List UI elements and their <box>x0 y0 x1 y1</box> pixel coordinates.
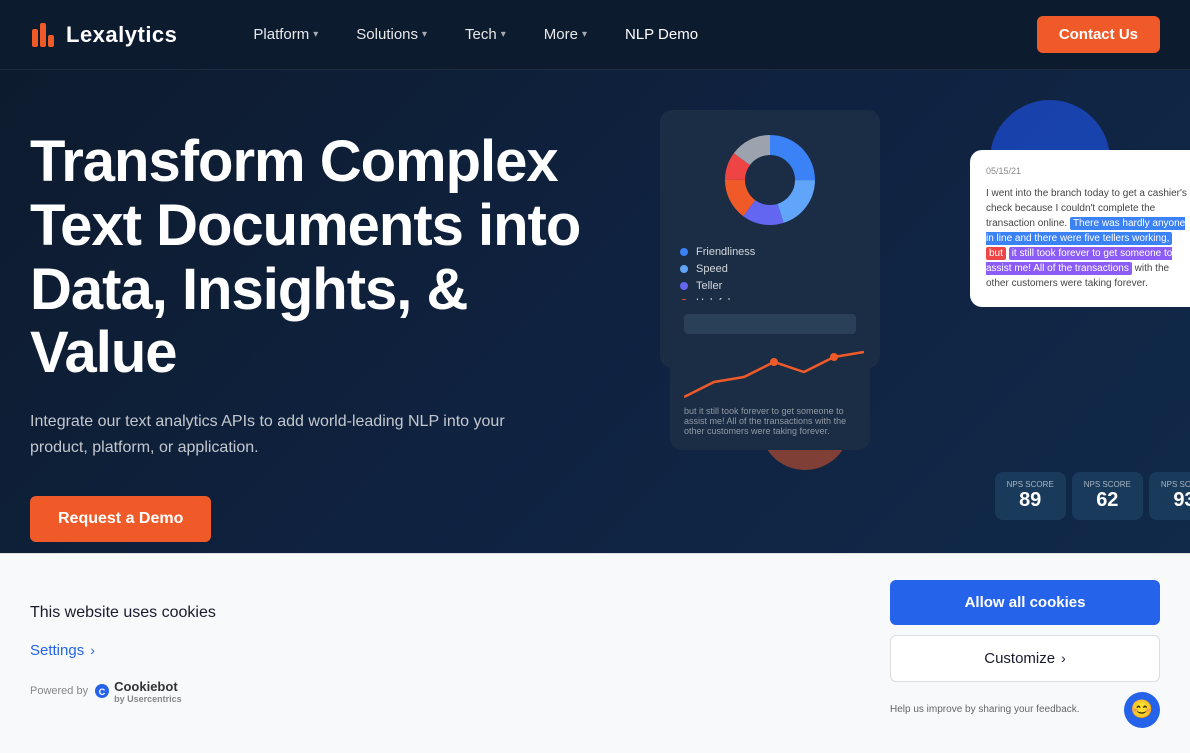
nav-links: Platform ▾ Solutions ▾ Tech ▾ More ▾ NLP… <box>237 18 1036 51</box>
powered-by-label: Powered by <box>30 685 88 697</box>
settings-chevron-icon: › <box>90 642 95 658</box>
hero-illustration: Friendliness Speed Teller Helpfulness Tr… <box>630 90 1190 530</box>
customize-button[interactable]: Customize › <box>890 635 1160 682</box>
sparkline-label: but it still took forever to get someone… <box>684 406 856 436</box>
nps-value-1: 89 <box>1007 489 1054 512</box>
cookie-banner: This website uses cookies Settings › Pow… <box>0 553 1190 753</box>
nps-value-2: 62 <box>1084 489 1131 512</box>
nav-platform[interactable]: Platform ▾ <box>237 18 334 51</box>
nps-card: NPS SCORE 89 NPS SCORE 62 NPS SCORE 93 <box>995 472 1190 520</box>
donut-chart <box>680 130 860 230</box>
nps-score-2: NPS SCORE 62 <box>1072 472 1143 520</box>
sparkline <box>684 342 856 402</box>
cookie-right-section: Allow all cookies Customize › Help us im… <box>890 580 1160 728</box>
text-card-body: I went into the branch today to get a ca… <box>986 186 1190 291</box>
logo[interactable]: Lexalytics <box>30 21 177 49</box>
platform-chevron-icon: ▾ <box>313 29 318 40</box>
feedback-row: Help us improve by sharing your feedback… <box>890 692 1160 728</box>
nps-score-3: NPS SCORE 93 <box>1149 472 1190 520</box>
cookiebot-name: Cookiebot <box>114 679 182 694</box>
nav-more[interactable]: More ▾ <box>528 18 603 51</box>
cookiebot-sub: by Usercentrics <box>114 694 182 704</box>
request-demo-button[interactable]: Request a Demo <box>30 496 211 542</box>
nps-label-3: NPS SCORE <box>1161 480 1190 489</box>
nav-nlp-demo[interactable]: NLP Demo <box>609 18 714 51</box>
hero-section: Transform Complex Text Documents into Da… <box>0 70 1190 582</box>
cookiebot-logo: C Cookiebot by Usercentrics <box>94 679 182 704</box>
tech-chevron-icon: ▾ <box>501 29 506 40</box>
cookie-settings-link[interactable]: Settings › <box>30 642 850 659</box>
nps-score-1: NPS SCORE 89 <box>995 472 1066 520</box>
hero-content: Transform Complex Text Documents into Da… <box>30 130 590 542</box>
solutions-chevron-icon: ▾ <box>422 29 427 40</box>
logo-icon <box>30 21 58 49</box>
customize-chevron-icon: › <box>1061 650 1066 666</box>
filter-bar <box>684 314 856 334</box>
brand-name: Lexalytics <box>66 22 177 48</box>
nps-value-3: 93 <box>1161 489 1190 512</box>
text-analysis-card: 05/15/21 I went into the branch today to… <box>970 150 1190 307</box>
nav-solutions[interactable]: Solutions ▾ <box>340 18 443 51</box>
more-chevron-icon: ▾ <box>582 29 587 40</box>
navbar: Lexalytics Platform ▾ Solutions ▾ Tech ▾… <box>0 0 1190 70</box>
feedback-emoji-icon: 😊 <box>1124 692 1160 728</box>
nps-label-1: NPS SCORE <box>1007 480 1054 489</box>
feedback-text: Help us improve by sharing your feedback… <box>890 704 1114 715</box>
allow-cookies-button[interactable]: Allow all cookies <box>890 580 1160 625</box>
text-card-date: 05/15/21 <box>986 166 1190 176</box>
svg-text:C: C <box>99 687 106 697</box>
cookie-title: This website uses cookies <box>30 604 850 622</box>
contact-button[interactable]: Contact Us <box>1037 16 1160 53</box>
nav-tech[interactable]: Tech ▾ <box>449 18 522 51</box>
nps-label-2: NPS SCORE <box>1084 480 1131 489</box>
cookie-powered-section: Powered by C Cookiebot by Usercentrics <box>30 679 850 704</box>
sparkline-card: but it still took forever to get someone… <box>670 300 870 450</box>
hero-subtitle: Integrate our text analytics APIs to add… <box>30 409 510 460</box>
hero-title: Transform Complex Text Documents into Da… <box>30 130 590 385</box>
cookie-left-section: This website uses cookies Settings › Pow… <box>30 604 890 704</box>
